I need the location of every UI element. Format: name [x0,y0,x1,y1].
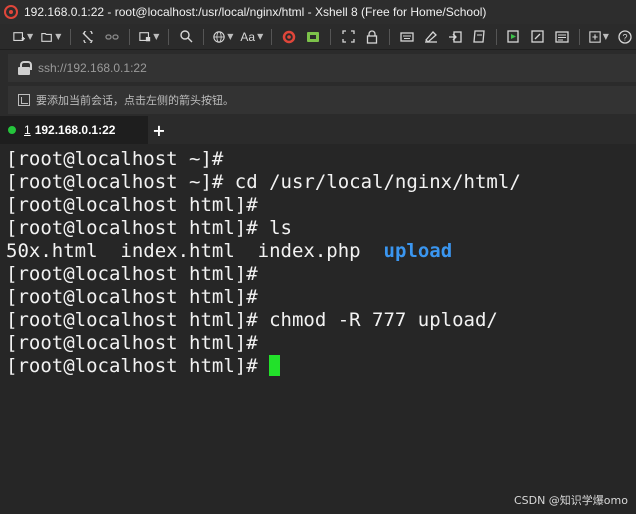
terminal-prompt: [root@localhost html]# [6,355,270,377]
toolbar-separator [70,28,72,45]
address-bar[interactable]: ssh://192.168.0.1:22 [8,54,636,82]
new-session-icon[interactable]: ▼ [10,26,36,48]
toolbar-separator [168,28,170,45]
terminal-line: [root@localhost html]# [6,332,258,354]
globe-icon[interactable]: ▼ [210,26,236,48]
terminal-line: [root@localhost html]# [6,194,258,216]
toolbar-separator [330,28,332,45]
toolbar-separator [389,28,390,45]
terminal-line: [root@localhost html]# chmod -R 777 uplo… [6,309,498,331]
help-icon[interactable]: ? [614,26,636,48]
tab-number: 1 [24,123,31,137]
highlight-icon[interactable] [420,26,442,48]
terminal-cursor [269,355,281,376]
tab-bar: 1 192.168.0.1:22 + [0,116,636,144]
compose-icon[interactable] [527,26,549,48]
terminal[interactable]: [root@localhost ~]# [root@localhost ~]# … [0,144,636,514]
fullscreen-icon[interactable] [337,26,359,48]
xshell-icon[interactable] [278,26,300,48]
transfer-icon[interactable] [444,26,466,48]
disconnect-icon[interactable] [101,26,123,48]
hint-bar: 要添加当前会话，点击左侧的箭头按钮。 [8,86,636,114]
search-icon[interactable] [175,26,197,48]
ls-directory: upload [383,240,453,262]
terminal-prompt-line: [root@localhost html]# [6,355,636,378]
toolbar-separator [495,28,497,45]
lock-icon [18,61,32,75]
xshell-logo-icon [4,5,18,19]
ls-output-line: 50x.html index.html index.php upload [6,240,636,263]
add-session-arrow-icon[interactable] [18,94,30,106]
tab-label: 192.168.0.1:22 [34,123,116,137]
hint-text: 要添加当前会话，点击左侧的箭头按钮。 [36,94,234,107]
xftp-icon[interactable] [302,26,324,48]
svg-text:?: ? [622,32,627,42]
terminal-line: [root@localhost html]# [6,286,258,308]
font-icon[interactable]: Aa ▼ [238,26,265,48]
terminal-line: [root@localhost html]# [6,263,258,285]
font-size-label: Aa [240,29,256,44]
toolbar-separator [578,28,580,45]
script-icon[interactable] [468,26,490,48]
toolbar-separator [129,28,131,45]
keyboard-icon[interactable] [396,26,418,48]
reconnect-icon[interactable] [77,26,99,48]
ls-files: 50x.html index.html index.php [6,240,384,262]
connection-status-icon [8,126,16,134]
terminal-line: [root@localhost ~]# [6,148,224,170]
window-title: 192.168.0.1:22 - root@localhost:/usr/loc… [24,5,487,19]
toolbar-separator [271,28,273,45]
lock-icon[interactable] [361,26,383,48]
title-bar: 192.168.0.1:22 - root@localhost:/usr/loc… [0,0,636,24]
notes-icon[interactable] [551,26,573,48]
watermark: CSDN @知识学爆omo [513,494,628,507]
toolbar: ▼ ▼ ▼ ▼ Aa ▼ ▼ ? [0,24,636,50]
terminal-line: [root@localhost ~]# cd /usr/local/nginx/… [6,171,521,193]
session-manager-icon[interactable]: ▼ [136,26,162,48]
toolbar-separator [203,28,205,45]
tab-session-1[interactable]: 1 192.168.0.1:22 [0,116,148,144]
address-url: ssh://192.168.0.1:22 [38,61,147,75]
add-icon[interactable]: ▼ [586,26,612,48]
terminal-line: [root@localhost html]# ls [6,217,292,239]
open-folder-icon[interactable]: ▼ [38,26,64,48]
start-icon[interactable] [503,26,525,48]
new-tab-button[interactable]: + [148,116,170,144]
